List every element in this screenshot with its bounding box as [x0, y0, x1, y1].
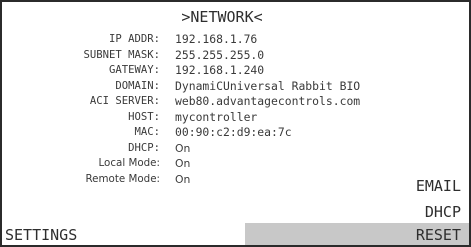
- subnet-mask-label: SUBNET MASK:: [83, 48, 160, 61]
- reset-softkey[interactable]: RESET: [245, 223, 469, 245]
- host-label: HOST:: [128, 110, 160, 123]
- gateway-value: 192.168.1.240: [175, 63, 265, 77]
- subnet-mask-value: 255.255.255.0: [175, 47, 265, 62]
- domain-label: DOMAIN:: [115, 79, 160, 92]
- gateway-label: GATEWAY:: [108, 64, 160, 76]
- aci-server-value: web80.advantagecontrols.com: [175, 94, 361, 108]
- domain-value: DynamiCUniversal Rabbit BIO: [175, 78, 361, 93]
- network-screen: >NETWORK< IP ADDR: 192.168.1.76 SUBNET M…: [0, 0, 471, 247]
- dhcp-value: On: [175, 141, 191, 155]
- remote-mode-label: Remote Mode:: [85, 172, 160, 185]
- email-softkey[interactable]: EMAIL: [416, 177, 461, 195]
- dhcp-softkey[interactable]: DHCP: [425, 203, 461, 221]
- ip-addr-value: 192.168.1.76: [175, 32, 258, 46]
- reset-softkey-label: RESET: [415, 226, 461, 244]
- mac-label: MAC:: [134, 126, 160, 138]
- local-mode-value: On: [175, 157, 191, 170]
- bottom-softkey-bar: SETTINGS RESET: [2, 223, 469, 245]
- host-value: mycontroller: [175, 109, 258, 124]
- mac-value: 00:90:c2:d9:ea:7c: [175, 125, 292, 139]
- screen-title: >NETWORK<: [181, 8, 263, 26]
- remote-mode-value: On: [175, 172, 191, 186]
- ip-addr-label: IP ADDR:: [108, 33, 160, 45]
- local-mode-label: Local Mode:: [98, 157, 161, 169]
- dhcp-label: DHCP:: [128, 141, 160, 154]
- aci-server-label: ACI SERVER:: [89, 95, 160, 107]
- settings-softkey[interactable]: SETTINGS: [5, 226, 77, 244]
